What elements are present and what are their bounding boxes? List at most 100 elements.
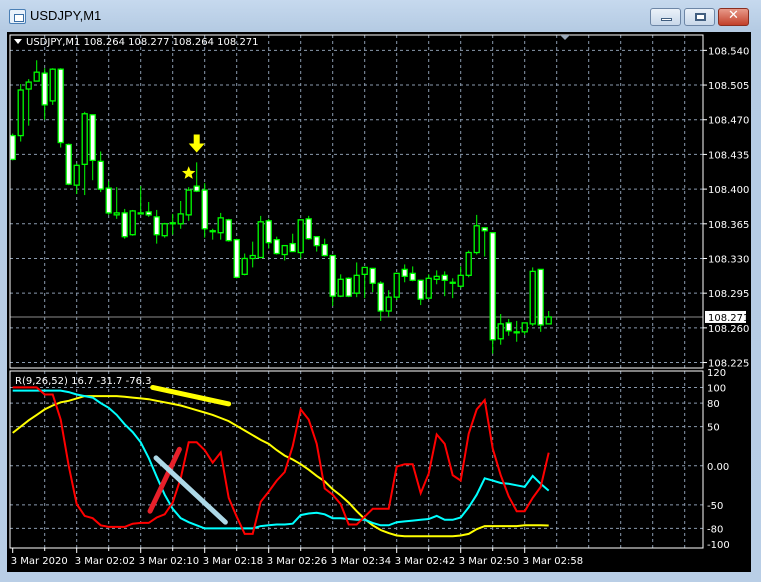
candle	[209, 228, 216, 240]
candle	[241, 253, 248, 276]
candle	[201, 183, 208, 238]
candle-body	[401, 268, 408, 277]
price-axis-label: 108.470	[708, 116, 749, 127]
candle-body	[321, 243, 328, 257]
candle	[113, 187, 120, 219]
candle	[185, 187, 192, 221]
candle	[89, 114, 96, 181]
indicator-axis-label: 120	[707, 368, 726, 379]
candle-body	[73, 164, 80, 186]
candle	[41, 68, 48, 120]
candle	[289, 233, 296, 253]
candle-body	[185, 189, 192, 216]
candle-body	[33, 71, 40, 82]
candle	[17, 84, 24, 142]
candle-body	[281, 244, 288, 256]
candle	[193, 162, 200, 193]
candle	[393, 272, 400, 301]
candle-body	[273, 239, 280, 255]
candle	[345, 277, 352, 298]
candle-body	[265, 220, 272, 244]
candle-body	[257, 221, 264, 259]
candle	[313, 236, 320, 252]
indicator-axis-label: -80	[707, 524, 723, 535]
candle	[441, 271, 448, 297]
indicator-line-cyan	[12, 389, 550, 530]
candle-body	[97, 160, 104, 190]
candle-body	[297, 219, 304, 254]
candle	[457, 266, 464, 289]
indicator-axis-label: 100	[707, 383, 726, 394]
candle-body	[193, 185, 200, 192]
star-icon	[182, 166, 196, 179]
candle-body	[457, 274, 464, 287]
candle	[169, 213, 176, 235]
candle-body	[129, 210, 136, 236]
candle	[225, 218, 232, 242]
candle-body	[145, 211, 152, 216]
candle-body	[233, 239, 240, 278]
candle-body	[17, 89, 24, 137]
price-axis-label: 108.540	[708, 46, 749, 57]
candle	[49, 68, 56, 105]
indicator-panel-frame	[9, 370, 704, 549]
candle-body	[57, 68, 64, 144]
candle	[161, 222, 168, 238]
candle-body	[81, 113, 88, 165]
candle-body	[385, 296, 392, 312]
candle-body	[505, 322, 512, 332]
candle-body	[289, 242, 296, 253]
candle	[265, 218, 272, 249]
candle	[425, 274, 432, 299]
time-axis-label: 3 Mar 02:42	[395, 556, 455, 567]
time-axis-label: 3 Mar 02:18	[203, 556, 263, 567]
price-axis-label: 108.260	[708, 324, 749, 335]
candle	[417, 279, 424, 306]
candle-body	[249, 254, 256, 260]
candle	[545, 311, 552, 325]
candle	[337, 274, 344, 298]
candle-body	[337, 278, 344, 297]
indicator-axis-label: -50	[707, 501, 723, 512]
current-price-label: 108.271	[708, 313, 749, 324]
candle-body	[361, 266, 368, 275]
header-dropdown-triangle-icon[interactable]	[14, 39, 22, 44]
chart-canvas[interactable]: 108.540 108.505 108.470 108.435 108.400 108.3…	[0, 0, 761, 582]
candle-body	[49, 68, 56, 102]
candle-body	[481, 227, 488, 232]
candle	[449, 278, 456, 299]
chart-window: USDJPY,M1 ✕ 108.540 108.505 108.470 108.435…	[0, 0, 761, 582]
candle	[233, 238, 240, 279]
candle	[137, 186, 144, 215]
candle-body	[409, 272, 416, 281]
price-axis-label: 108.400	[708, 185, 749, 196]
candle	[401, 264, 408, 283]
candle	[473, 214, 480, 255]
candle	[105, 181, 112, 215]
candle-body	[153, 216, 160, 236]
candle	[177, 201, 184, 229]
candle	[249, 241, 256, 268]
candle	[521, 322, 528, 335]
candle	[329, 254, 336, 307]
candle-body	[425, 277, 432, 299]
time-axis-label: 3 Mar 02:02	[75, 556, 135, 567]
candle-body	[161, 223, 168, 237]
indicator-header: R(9,26,52) 16.7 -31.7 -76.3	[15, 376, 151, 387]
candle-body	[465, 251, 472, 276]
indicator-axis-label: -100	[707, 540, 730, 551]
candles	[9, 60, 552, 354]
candle	[465, 250, 472, 278]
candle	[97, 151, 104, 193]
candle	[305, 215, 312, 240]
candle	[409, 266, 416, 282]
candle	[9, 133, 16, 161]
candle	[513, 320, 520, 342]
candle	[377, 281, 384, 321]
candle	[497, 313, 504, 345]
chart-shift-marker-icon[interactable]	[560, 35, 570, 40]
time-axis-label: 3 Mar 02:34	[331, 556, 391, 567]
candle-body	[25, 81, 32, 90]
candle-body	[417, 279, 424, 300]
candle	[505, 318, 512, 336]
